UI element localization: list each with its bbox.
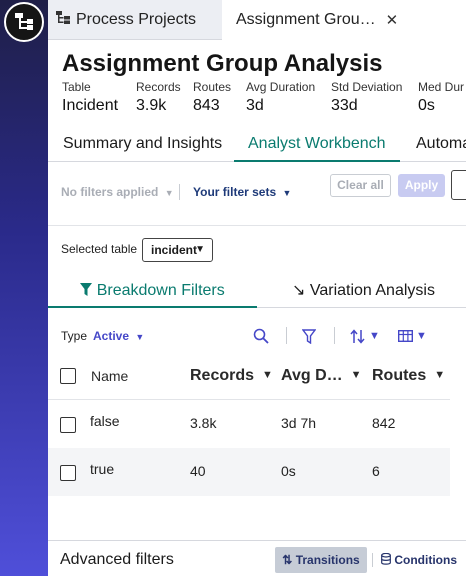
database-icon [381, 552, 394, 567]
advanced-filters-label[interactable]: Advanced filters [60, 551, 174, 569]
stat-table: Table Incident [62, 80, 118, 117]
chevron-down-icon: ▼ [164, 188, 174, 198]
table-row[interactable]: true 40 0s 6 [48, 448, 450, 496]
cell-records: 3.8k [190, 415, 217, 431]
stat-label: Med Dur [418, 80, 465, 94]
apply-button[interactable]: Apply [398, 174, 445, 197]
stat-label: Routes [193, 80, 232, 94]
tab-breakdown-filters-label: Breakdown Filters [96, 282, 225, 299]
chevron-down-icon: ▼ [262, 369, 273, 381]
stat-routes: Routes 843 [193, 80, 231, 117]
divider [372, 553, 373, 567]
main-tabs: Summary and Insights Analyst Workbench A… [48, 126, 466, 162]
collapse-button[interactable] [451, 170, 466, 200]
arrow-down-right-icon: ↘ [292, 282, 306, 299]
table-row[interactable]: false 3.8k 3d 7h 842 [48, 400, 450, 448]
filter-outline-icon[interactable] [302, 327, 316, 345]
tab-analyst-workbench[interactable]: Analyst Workbench [234, 126, 400, 162]
stat-label: Records [136, 80, 181, 94]
cell-avg-duration: 3d 7h [281, 415, 317, 431]
tab-process-projects[interactable]: Process Projects [56, 0, 196, 40]
stat-value: 33d [331, 97, 358, 114]
stat-label: Table [62, 80, 91, 94]
stat-label: Std Deviation [331, 80, 403, 94]
stat-value: 843 [193, 97, 220, 114]
chevron-down-icon: ▼ [282, 188, 292, 198]
filter-sets-label: Your filter sets [193, 185, 277, 199]
stat-label: Avg Duration [246, 80, 316, 94]
select-all-checkbox[interactable] [60, 368, 76, 384]
process-tree-icon [56, 10, 70, 30]
clear-all-button[interactable]: Clear all [330, 174, 391, 197]
process-tree-logo-icon[interactable] [4, 2, 44, 42]
page-title: Assignment Group Analysis [62, 50, 383, 77]
filter-sets-dropdown[interactable]: Your filter sets ▼ [193, 185, 291, 199]
chevron-down-icon: ▼ [195, 244, 205, 255]
tab-assignment-group-label: Assignment Grou… [236, 11, 376, 28]
chevron-down-icon: ▼ [416, 330, 427, 342]
filter-bar: No filters applied ▼ Your filter sets ▼ … [48, 162, 466, 226]
divider [286, 327, 287, 344]
chevron-down-icon: ▼ [350, 369, 362, 381]
advanced-filters-bar: Advanced filters ⇅ Transitions Condition… [48, 540, 466, 576]
filter-icon [80, 282, 96, 299]
column-name[interactable]: Name [91, 368, 128, 384]
stat-value: 3d [246, 97, 264, 114]
stat-avg-duration: Avg Duration 3d [246, 80, 315, 117]
stat-value: 3.9k [136, 97, 167, 114]
transitions-button[interactable]: ⇅ Transitions [275, 547, 367, 573]
column-routes[interactable]: Routes ▼ [372, 367, 445, 385]
column-records[interactable]: Records ▼ [190, 367, 273, 385]
cell-avg-duration: 0s [281, 463, 296, 479]
tab-process-projects-label: Process Projects [76, 11, 197, 28]
search-icon[interactable] [253, 327, 269, 345]
no-filters-label: No filters applied [61, 185, 159, 199]
column-avg-duration[interactable]: Avg D… ▼ [281, 367, 362, 385]
stat-std-deviation: Std Deviation 33d [331, 80, 402, 117]
cell-name: true [90, 461, 115, 477]
table-header: Name Records ▼ Avg D… ▼ Routes ▼ [48, 354, 450, 400]
selected-table-select[interactable]: incident ▼ [142, 238, 213, 262]
stat-value: Incident [62, 97, 119, 114]
divider [334, 327, 335, 344]
tab-summary-insights[interactable]: Summary and Insights [63, 126, 222, 162]
column-routes-label: Routes [372, 367, 427, 384]
type-value: Active [93, 329, 130, 343]
selected-table-value: incident [151, 243, 198, 257]
column-records-label: Records [190, 367, 255, 384]
stat-value: 0s [418, 97, 435, 114]
column-avg-duration-label: Avg D… [281, 367, 343, 384]
type-label: Type [61, 329, 88, 343]
tab-automation[interactable]: Automa [416, 126, 466, 162]
sort-icon: ⇅ [282, 553, 293, 567]
cell-records: 40 [190, 463, 206, 479]
breakdown-tabs: Breakdown Filters ↘ Variation Analysis [48, 274, 466, 308]
cell-name: false [90, 413, 120, 429]
close-icon[interactable]: ✕ [386, 11, 399, 29]
tab-variation-analysis[interactable]: ↘ Variation Analysis [292, 274, 435, 308]
transitions-label: Transitions [295, 553, 360, 567]
stat-med-duration: Med Dur 0s [418, 80, 464, 117]
left-rail [0, 0, 48, 576]
divider [179, 184, 180, 200]
cell-routes: 6 [372, 463, 380, 479]
sort-icon[interactable]: ▼ [350, 327, 380, 345]
type-dropdown[interactable]: Active ▼ [93, 329, 144, 343]
tab-assignment-group[interactable]: Assignment Grou… ✕ [222, 0, 466, 40]
tab-breakdown-filters[interactable]: Breakdown Filters [48, 274, 257, 308]
conditions-button[interactable]: Conditions [381, 547, 457, 573]
stat-records: Records 3.9k [136, 80, 181, 117]
columns-icon[interactable]: ▼ [398, 327, 427, 345]
chevron-down-icon: ▼ [135, 332, 145, 342]
chevron-down-icon: ▼ [369, 330, 380, 342]
cell-routes: 842 [372, 415, 396, 431]
conditions-label: Conditions [394, 553, 457, 567]
chevron-down-icon: ▼ [434, 369, 446, 381]
tab-variation-analysis-label: Variation Analysis [309, 282, 435, 299]
selected-table-label: Selected table [61, 242, 138, 256]
tab-strip: Process Projects Assignment Grou… ✕ [48, 0, 466, 40]
no-filters-dropdown[interactable]: No filters applied ▼ [61, 185, 174, 199]
row-checkbox[interactable] [60, 417, 76, 433]
row-checkbox[interactable] [60, 465, 76, 481]
